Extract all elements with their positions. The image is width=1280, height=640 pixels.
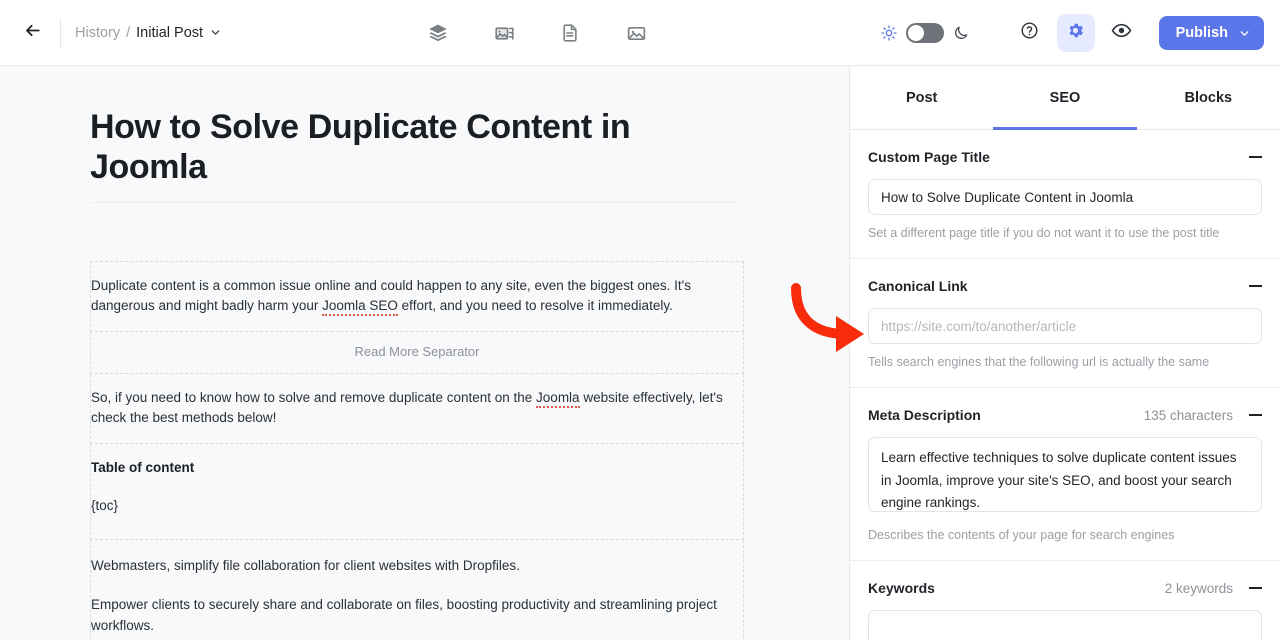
section-custom-page-title: Custom Page Title Set a different page t… bbox=[850, 130, 1280, 259]
read-more-separator-block[interactable]: Read More Separator bbox=[90, 332, 744, 374]
paragraph-text-pre: So, if you need to know how to solve and… bbox=[91, 389, 537, 405]
document: How to Solve Duplicate Content in Joomla… bbox=[0, 66, 849, 640]
gear-icon bbox=[1066, 21, 1085, 45]
help-button[interactable] bbox=[1011, 14, 1049, 52]
gallery-icon[interactable] bbox=[486, 15, 522, 51]
toc-block[interactable]: Table of content {toc} bbox=[90, 444, 744, 541]
toggle-knob bbox=[907, 25, 924, 41]
block-list: Duplicate content is a common issue onli… bbox=[90, 260, 744, 640]
section-header: Meta Description 135 characters bbox=[868, 407, 1262, 423]
collapse-icon[interactable] bbox=[1249, 284, 1262, 288]
tab-label: SEO bbox=[1049, 89, 1081, 106]
moon-icon[interactable] bbox=[953, 25, 969, 41]
publish-button[interactable]: Publish bbox=[1158, 16, 1264, 50]
top-toolbar: History / Initial Post Publish bbox=[0, 0, 1280, 66]
theme-switcher[interactable] bbox=[880, 23, 969, 43]
question-circle-icon bbox=[1020, 21, 1039, 45]
section-title: Keywords bbox=[868, 580, 935, 596]
toc-shortcode: {toc} bbox=[91, 498, 119, 514]
section-header: Keywords 2 keywords bbox=[868, 580, 1262, 596]
document-icon[interactable] bbox=[552, 15, 588, 51]
layers-icon[interactable] bbox=[420, 15, 456, 51]
breadcrumb-separator: / bbox=[126, 24, 131, 41]
tab-label: Post bbox=[905, 89, 938, 106]
collapse-icon[interactable] bbox=[1249, 586, 1262, 590]
toolbar-right-cluster: Publish bbox=[880, 0, 1280, 66]
preview-button[interactable] bbox=[1103, 14, 1141, 52]
section-hint: Describes the contents of your page for … bbox=[868, 528, 1175, 542]
chevron-down-icon[interactable] bbox=[1238, 27, 1251, 40]
collapse-icon[interactable] bbox=[1249, 155, 1262, 159]
toc-heading: Table of content bbox=[91, 460, 195, 476]
sidebar-tabs: Post SEO Blocks bbox=[850, 66, 1280, 130]
meta-description-textarea[interactable] bbox=[868, 437, 1262, 512]
seo-sidebar: Post SEO Blocks Custom Page Title Set a … bbox=[850, 66, 1280, 640]
breadcrumb[interactable]: History / Initial Post bbox=[65, 19, 232, 47]
tab-blocks[interactable]: Blocks bbox=[1137, 66, 1280, 129]
publish-label: Publish bbox=[1175, 25, 1228, 41]
eye-icon bbox=[1111, 20, 1132, 46]
keywords-input[interactable] bbox=[868, 610, 1262, 640]
tab-seo[interactable]: SEO bbox=[993, 66, 1136, 129]
character-count: 135 characters bbox=[1143, 407, 1233, 423]
custom-page-title-input[interactable] bbox=[868, 179, 1262, 215]
breadcrumb-current[interactable]: Initial Post bbox=[136, 25, 203, 41]
breadcrumb-root[interactable]: History bbox=[75, 25, 120, 41]
paragraph-block[interactable]: Webmasters, simplify file collaboration … bbox=[90, 540, 744, 640]
editor-canvas[interactable]: How to Solve Duplicate Content in Joomla… bbox=[0, 66, 850, 640]
paragraph-block[interactable]: Duplicate content is a common issue onli… bbox=[90, 260, 744, 333]
toolbar-divider bbox=[60, 17, 61, 48]
paragraph-block[interactable]: So, if you need to know how to solve and… bbox=[90, 373, 744, 445]
toolbar-center-icons bbox=[420, 0, 654, 66]
collapse-icon[interactable] bbox=[1249, 413, 1262, 417]
tab-post[interactable]: Post bbox=[850, 66, 993, 129]
paragraph-text-post: effort, and you need to resolve it immed… bbox=[397, 298, 673, 314]
page-title[interactable]: How to Solve Duplicate Content in Joomla bbox=[90, 108, 740, 203]
section-title: Canonical Link bbox=[868, 278, 968, 294]
canonical-link-input[interactable] bbox=[868, 308, 1262, 344]
section-canonical-link: Canonical Link Tells search engines that… bbox=[850, 259, 1280, 388]
misspelled-word: Joomla SEO bbox=[322, 298, 398, 317]
section-title: Meta Description bbox=[868, 407, 981, 423]
tab-label: Blocks bbox=[1184, 89, 1233, 106]
paragraph-line-2: Empower clients to securely share and co… bbox=[91, 597, 717, 634]
section-keywords: Keywords 2 keywords bbox=[850, 561, 1280, 640]
section-title: Custom Page Title bbox=[868, 149, 990, 165]
section-header: Custom Page Title bbox=[868, 149, 1262, 165]
back-button[interactable] bbox=[10, 11, 54, 55]
chevron-down-icon[interactable] bbox=[209, 26, 222, 39]
arrow-left-icon bbox=[23, 21, 42, 45]
keyword-count: 2 keywords bbox=[1164, 580, 1233, 596]
separator-label: Read More Separator bbox=[354, 344, 480, 360]
paragraph-line-1: Webmasters, simplify file collaboration … bbox=[91, 558, 520, 574]
settings-button[interactable] bbox=[1056, 14, 1095, 52]
image-icon[interactable] bbox=[618, 15, 654, 51]
section-header: Canonical Link bbox=[868, 278, 1262, 294]
section-meta-description: Meta Description 135 characters Describe… bbox=[850, 388, 1280, 561]
misspelled-word: Joomla bbox=[536, 389, 580, 408]
section-hint: Tells search engines that the following … bbox=[868, 355, 1210, 369]
theme-toggle[interactable] bbox=[905, 23, 944, 43]
sun-icon[interactable] bbox=[880, 25, 897, 41]
section-hint: Set a different page title if you do not… bbox=[868, 226, 1220, 240]
